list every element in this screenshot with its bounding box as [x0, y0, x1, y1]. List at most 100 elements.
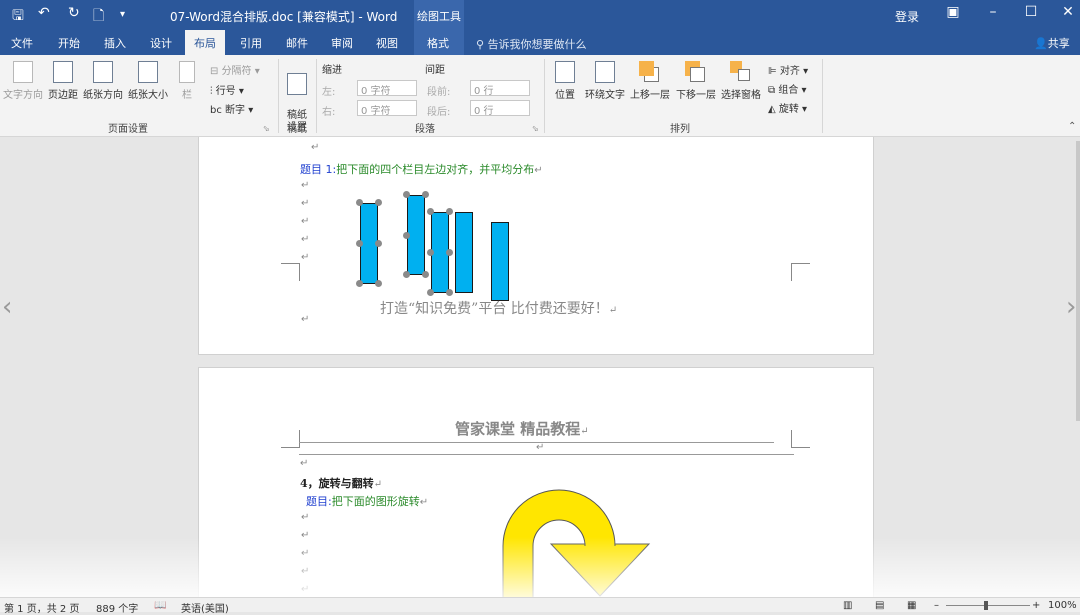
selection-handle[interactable]: [427, 208, 434, 215]
indent-left-input[interactable]: 0 字符: [357, 80, 417, 97]
zoom-slider-thumb[interactable]: [984, 601, 988, 610]
proofing-icon[interactable]: 📖: [154, 600, 166, 611]
zoom-out-icon[interactable]: –: [934, 600, 939, 611]
zoom-level[interactable]: 100%: [1048, 600, 1077, 611]
selection-handle[interactable]: [375, 199, 382, 206]
page-setup-dialog-launcher-icon[interactable]: ⬂: [263, 124, 270, 133]
tab-insert[interactable]: 插入: [104, 35, 126, 51]
sign-in-link[interactable]: 登录: [895, 8, 919, 25]
selection-handle[interactable]: [356, 280, 363, 287]
zoom-slider[interactable]: [946, 605, 1030, 606]
paragraph-mark: ↵: [419, 497, 429, 508]
paragraph-mark: ↵: [534, 165, 543, 176]
spacing-after-input[interactable]: 0 行: [470, 100, 530, 117]
tab-view[interactable]: 视图: [376, 35, 398, 51]
paragraph-dialog-launcher-icon[interactable]: ⬂: [532, 124, 539, 133]
hyphenation-button[interactable]: bc 断字 ▾: [210, 101, 253, 116]
breaks-label: 分隔符: [221, 66, 252, 77]
selection-handle[interactable]: [422, 191, 429, 198]
word-count[interactable]: 889 个字: [96, 600, 138, 615]
minimize-button[interactable]: –: [983, 4, 1003, 20]
paragraph-mark: ↵: [311, 142, 320, 153]
question-1-prefix: 题目 1:: [300, 163, 337, 176]
blue-rectangle-4[interactable]: [455, 212, 473, 293]
selection-handle[interactable]: [375, 240, 382, 247]
indent-right-input[interactable]: 0 字符: [357, 100, 417, 117]
position-button[interactable]: 位置: [550, 61, 580, 101]
language-indicator[interactable]: 英语(美国): [181, 600, 229, 615]
read-mode-icon[interactable]: ▥: [843, 600, 852, 611]
paragraph-mark: ↵: [373, 479, 383, 490]
share-label: 共享: [1047, 37, 1070, 50]
tab-layout[interactable]: 布局: [185, 30, 225, 55]
blue-rectangle-5[interactable]: [491, 222, 509, 301]
text-direction-button[interactable]: 文字方向: [2, 61, 44, 101]
selection-handle[interactable]: [446, 289, 453, 296]
collapse-ribbon-icon[interactable]: ⌃: [1068, 121, 1076, 132]
tab-format[interactable]: 格式: [427, 35, 449, 51]
paragraph-mark: ↵: [301, 314, 310, 325]
page-size-icon: [138, 61, 158, 83]
web-layout-icon[interactable]: ▦: [907, 600, 916, 611]
align-label: 对齐: [779, 66, 800, 77]
wrap-text-label: 环绕文字: [585, 90, 625, 101]
selection-handle[interactable]: [446, 208, 453, 215]
margins-button[interactable]: 页边距: [46, 61, 80, 101]
tab-review[interactable]: 审阅: [331, 35, 353, 51]
send-backward-button[interactable]: 下移一层: [674, 61, 718, 101]
undo-icon[interactable]: ↶: [38, 5, 50, 21]
line-numbers-button[interactable]: ⫶ 行号 ▾: [210, 82, 244, 97]
bring-forward-button[interactable]: 上移一层: [628, 61, 672, 101]
spacing-before-input[interactable]: 0 行: [470, 80, 530, 97]
bring-forward-icon: [639, 61, 661, 83]
tab-references[interactable]: 引用: [240, 35, 262, 51]
selection-handle[interactable]: [356, 199, 363, 206]
ribbon-tab-bar: 文件 开始 插入 设计 布局 引用 邮件 审阅 视图 格式 ⚲ 告诉我你想要做什…: [0, 30, 1080, 55]
selection-handle[interactable]: [446, 249, 453, 256]
selection-handle[interactable]: [403, 232, 410, 239]
close-button[interactable]: ✕: [1058, 4, 1078, 20]
selection-handle[interactable]: [427, 289, 434, 296]
maximize-button[interactable]: ☐: [1021, 4, 1041, 20]
next-page-arrow-icon[interactable]: ›: [1066, 292, 1076, 322]
document-area[interactable]: ‹ › ↵ 题目 1:把下面的四个栏目左边对齐，并平均分布↵ ↵ ↵ ↵ ↵ ↵…: [0, 137, 1080, 597]
orientation-button[interactable]: 纸张方向: [82, 61, 124, 101]
tell-me-search[interactable]: ⚲ 告诉我你想要做什么: [476, 36, 587, 52]
align-button[interactable]: ⊫ 对齐 ▾: [768, 62, 808, 77]
selection-handle[interactable]: [427, 249, 434, 256]
vertical-scrollbar[interactable]: [1076, 141, 1080, 421]
drawing-tools-context-label: 绘图工具: [414, 0, 464, 30]
question-2-prefix: 题目:: [306, 495, 332, 508]
share-button[interactable]: 👤共享: [1034, 35, 1070, 51]
size-button[interactable]: 纸张大小: [126, 61, 170, 101]
tab-file[interactable]: 文件: [11, 35, 33, 51]
customize-quick-access-icon[interactable]: ▾: [120, 9, 125, 20]
print-layout-icon[interactable]: ▤: [875, 600, 884, 611]
page-count[interactable]: 第 1 页，共 2 页: [4, 600, 79, 615]
selection-handle[interactable]: [375, 280, 382, 287]
previous-page-arrow-icon[interactable]: ‹: [2, 292, 12, 322]
tab-mailings[interactable]: 邮件: [286, 35, 308, 51]
group-label: 组合: [778, 85, 799, 96]
tab-design[interactable]: 设计: [150, 35, 172, 51]
columns-button[interactable]: 栏: [176, 61, 198, 101]
selection-handle[interactable]: [403, 271, 410, 278]
selection-handle[interactable]: [422, 271, 429, 278]
save-icon[interactable]: 🖫: [12, 5, 24, 29]
selection-pane-button[interactable]: 选择窗格: [720, 61, 762, 101]
tab-home[interactable]: 开始: [58, 35, 80, 51]
ribbon-display-options-icon[interactable]: ▣: [943, 4, 963, 20]
page-1[interactable]: ↵ 题目 1:把下面的四个栏目左边对齐，并平均分布↵ ↵ ↵ ↵ ↵ ↵ ↵ 打…: [198, 137, 874, 355]
indent-title: 缩进: [322, 65, 342, 76]
spacing-after-label: 段后:: [427, 107, 451, 118]
zoom-in-icon[interactable]: +: [1032, 600, 1040, 611]
rotate-button[interactable]: ◭ 旋转 ▾: [768, 100, 807, 115]
redo-icon[interactable]: ↻: [68, 5, 80, 21]
breaks-button[interactable]: ⊟ 分隔符 ▾: [210, 62, 260, 77]
wrap-text-button[interactable]: 环绕文字: [584, 61, 626, 101]
selection-handle[interactable]: [403, 191, 410, 198]
group-button[interactable]: ⧉ 组合 ▾: [768, 81, 807, 96]
crop-mark: [281, 430, 299, 448]
new-document-icon[interactable]: 🗋: [93, 5, 104, 29]
selection-handle[interactable]: [356, 240, 363, 247]
